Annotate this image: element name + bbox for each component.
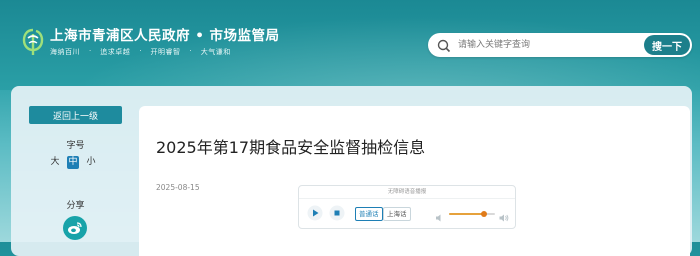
slogan-row: 海纳百川 · 追求卓越 · 开明睿智 · 大气谦和 [50,47,280,57]
audio-player-header: 无障碍语音播报 [299,186,515,199]
search-button[interactable]: 搜一下 [644,35,690,55]
volume-slider[interactable] [449,211,495,217]
volume-low-icon [435,208,445,222]
article-content: 2025年第17期食品安全监督抽检信息 2025-08-15 无障碍语音播报 普… [139,106,690,256]
slogan-4: 大气谦和 [200,48,231,56]
article-title: 2025年第17期食品安全监督抽检信息 [156,138,426,157]
main-panel: 返回上一级 字号 大 中 小 分享 2025年第17期食品安全监督抽检信息 20… [11,86,692,256]
language-option-mandarin[interactable]: 普通话 [355,207,383,221]
weibo-share-icon[interactable] [63,216,87,240]
slogan-separator: · [139,47,142,55]
audio-player: 无障碍语音播报 普通话 上海话 [298,185,516,229]
share-label: 分享 [66,201,85,211]
language-option-shanghainese[interactable]: 上海话 [383,207,411,221]
slogan-separator: · [189,47,192,55]
play-icon[interactable] [307,205,323,221]
volume-high-icon [499,208,509,222]
slogan-1: 海纳百川 [50,48,80,56]
slogan-separator: · [89,47,92,55]
font-size-medium[interactable]: 中 [67,156,79,169]
search-icon [437,38,451,53]
font-size-label: 字号 [66,141,85,151]
volume-handle[interactable] [480,211,487,217]
font-size-small[interactable]: 小 [85,156,97,169]
logo-icon [22,28,44,56]
slogan-2: 追求卓越 [100,48,131,56]
site-title: 上海市青浦区人民政府 • 市场监管局 [50,28,280,44]
slogan-3: 开明睿智 [150,48,181,56]
stop-icon[interactable] [329,205,345,221]
back-button[interactable]: 返回上一级 [29,106,122,124]
site-logo-area[interactable]: 上海市青浦区人民政府 • 市场监管局 海纳百川 · 追求卓越 · 开明睿智 · … [22,28,280,57]
article-date: 2025-08-15 [156,183,200,192]
font-size-large[interactable]: 大 [49,156,61,169]
font-size-options: 大 中 小 [49,156,97,169]
volume-fill [449,213,484,215]
search-input[interactable] [458,36,628,54]
search-bar: 搜一下 [428,33,692,57]
